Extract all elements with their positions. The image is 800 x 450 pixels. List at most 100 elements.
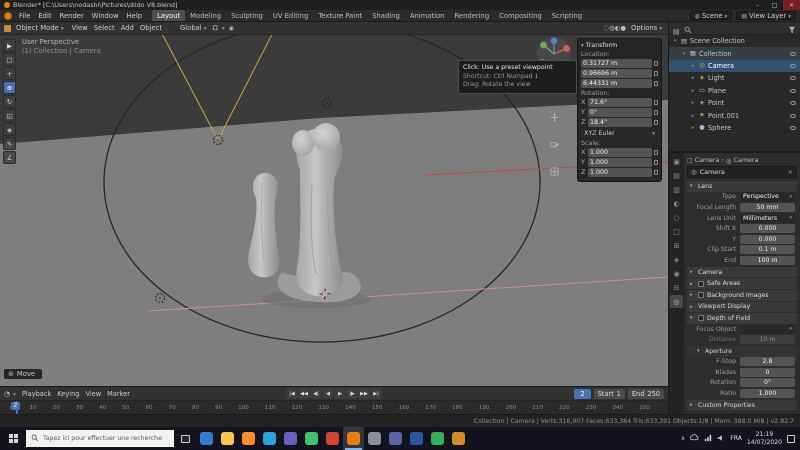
menu-item[interactable]: Window <box>88 10 123 21</box>
property-value-field[interactable]: 0 <box>740 368 795 377</box>
properties-tab-constraints[interactable]: ⊟ <box>670 281 683 294</box>
transport-button[interactable]: ▶ <box>335 388 346 399</box>
scale-value-field[interactable]: 1.000 <box>588 158 652 167</box>
transform-orientation-select[interactable]: Global <box>178 24 208 32</box>
location-value-field[interactable]: 0.31727 m <box>581 59 652 68</box>
hide-in-viewport-icon[interactable] <box>790 52 796 56</box>
unlink-icon[interactable] <box>788 168 793 176</box>
task-view-button[interactable] <box>174 427 196 450</box>
taskbar-app-discord[interactable] <box>385 427 406 450</box>
outliner-row[interactable]: ▸ ◎ Camera <box>669 60 800 72</box>
location-value-field[interactable]: 0.96696 m <box>581 69 652 78</box>
property-row[interactable]: Y 0.000 <box>687 234 797 245</box>
property-value-field[interactable]: Perspective <box>740 192 795 201</box>
properties-tab-physics[interactable]: ◉ <box>670 267 683 280</box>
timeline-ruler[interactable]: 0102030405060708090100110120130140150160… <box>0 401 668 414</box>
location-value-field[interactable]: 6.44331 m <box>581 79 652 88</box>
timeline-menu-item[interactable]: Keying <box>54 390 82 398</box>
outliner-row[interactable]: ▸ ☀ Point <box>669 97 800 109</box>
hide-in-viewport-icon[interactable] <box>790 89 796 93</box>
panel-checkbox[interactable] <box>698 315 704 321</box>
outliner-row[interactable]: ▸ ▭ Plane <box>669 85 800 97</box>
properties-tab-render[interactable]: ▣ <box>670 155 683 168</box>
transport-button[interactable]: ▶▶ <box>359 388 370 399</box>
hide-in-viewport-icon[interactable] <box>790 114 796 118</box>
timeline-menu-item[interactable]: View <box>82 390 104 398</box>
properties-tab-modifiers[interactable]: ⊞ <box>670 239 683 252</box>
start-button[interactable] <box>0 427 26 450</box>
viewport-menu-item[interactable]: View <box>69 24 91 32</box>
expand-arrow-icon[interactable]: ▾ <box>681 51 687 57</box>
chevron-down-icon[interactable] <box>222 24 225 32</box>
transport-button[interactable]: ◀ <box>323 388 334 399</box>
volume-icon[interactable] <box>717 434 725 444</box>
workspace-tab[interactable]: Sculpting <box>226 10 268 21</box>
shading-mode-icons[interactable]: ◌◍◐● <box>603 24 626 32</box>
property-row[interactable]: Ratio 1.000 <box>687 388 797 399</box>
properties-tab-world[interactable]: ○ <box>670 211 683 224</box>
tool-button-cursor[interactable]: + <box>3 67 16 80</box>
properties-tab-output[interactable]: ▤ <box>670 169 683 182</box>
pan-icon[interactable] <box>550 107 559 126</box>
expand-arrow-icon[interactable]: ▸ <box>690 100 696 106</box>
property-row[interactable]: Rotation 0° <box>687 378 797 389</box>
taskbar-app-excel[interactable] <box>301 427 322 450</box>
frame-start-field[interactable]: Start1 <box>594 389 625 399</box>
lock-icon[interactable] <box>654 120 658 125</box>
timeline-menu-item[interactable]: Playback <box>19 390 54 398</box>
viewport-menu-item[interactable]: Object <box>137 24 165 32</box>
taskbar-app-photos[interactable] <box>280 427 301 450</box>
property-row[interactable]: Shift X 0.000 <box>687 223 797 234</box>
3d-viewport[interactable]: Object Mode ViewSelectAddObject Global ◌… <box>0 22 668 386</box>
property-row[interactable]: Lens Unit Millimeters <box>687 213 797 224</box>
current-frame-field[interactable]: 2 <box>574 389 590 399</box>
transport-button[interactable]: ◀◀ <box>299 388 310 399</box>
properties-tab-object-data[interactable]: ◎ <box>670 295 683 308</box>
property-value-field[interactable]: 0.1 m <box>740 245 795 254</box>
property-row[interactable]: Blades 0 <box>687 367 797 378</box>
properties-tab-object[interactable]: □ <box>670 225 683 238</box>
workspace-tab[interactable]: Scripting <box>547 10 587 21</box>
property-row[interactable]: ▸ Safe Areas <box>687 278 797 289</box>
transport-button[interactable]: ▶| <box>371 388 382 399</box>
property-row[interactable]: ▸ Background Images <box>687 290 797 301</box>
property-row[interactable]: Type Perspective <box>687 192 797 203</box>
property-value-field[interactable]: 0.000 <box>740 224 795 233</box>
hide-in-viewport-icon[interactable] <box>790 64 796 68</box>
menu-item[interactable]: Render <box>56 10 88 21</box>
notification-center-icon[interactable] <box>787 435 795 443</box>
expand-arrow-icon[interactable]: ▾ <box>672 38 678 44</box>
property-row[interactable]: ▾ Depth of Field <box>687 313 797 324</box>
snap-magnet-icon[interactable] <box>212 24 217 32</box>
timeline-editor-icon[interactable] <box>4 390 10 398</box>
datablock-selector[interactable]: Camera <box>687 166 797 178</box>
tool-button-move[interactable]: ⊕ <box>3 81 16 94</box>
transform-panel-header[interactable]: Transform <box>581 42 658 49</box>
tool-button-transform[interactable]: ◈ <box>3 123 16 136</box>
lock-icon[interactable] <box>654 170 658 175</box>
workspace-tab[interactable]: Layout <box>152 10 185 21</box>
workspace-tab[interactable]: Compositing <box>494 10 547 21</box>
expand-arrow-icon[interactable]: ▸ <box>690 125 696 131</box>
maximize-button[interactable] <box>766 0 783 10</box>
lock-icon[interactable] <box>654 81 658 86</box>
workspace-tab[interactable]: Shading <box>367 10 405 21</box>
property-row[interactable]: ▸ Viewport Display <box>687 302 797 313</box>
property-row[interactable]: ▾ Aperture <box>687 346 797 357</box>
taskbar-app-mail[interactable] <box>259 427 280 450</box>
frame-end-field[interactable]: End250 <box>628 389 664 399</box>
taskbar-app-blender[interactable] <box>343 427 364 450</box>
properties-tab-view-layer[interactable]: ▥ <box>670 183 683 196</box>
property-value-field[interactable] <box>740 325 795 334</box>
property-row[interactable]: Clip Start 0.1 m <box>687 245 797 256</box>
mode-selector[interactable]: Object Mode <box>14 24 66 32</box>
rotation-value-field[interactable]: 18.4° <box>588 118 652 127</box>
hide-in-viewport-icon[interactable] <box>790 101 796 105</box>
expand-arrow-icon[interactable]: ▸ <box>690 113 696 119</box>
taskbar-app-firefox[interactable] <box>238 427 259 450</box>
properties-tab-particles[interactable]: ◈ <box>670 253 683 266</box>
menu-item[interactable]: File <box>15 10 34 21</box>
workspace-tab[interactable]: Modeling <box>185 10 226 21</box>
property-row[interactable]: F-Stop 2.8 <box>687 357 797 368</box>
timeline-menu-item[interactable]: Marker <box>104 390 133 398</box>
